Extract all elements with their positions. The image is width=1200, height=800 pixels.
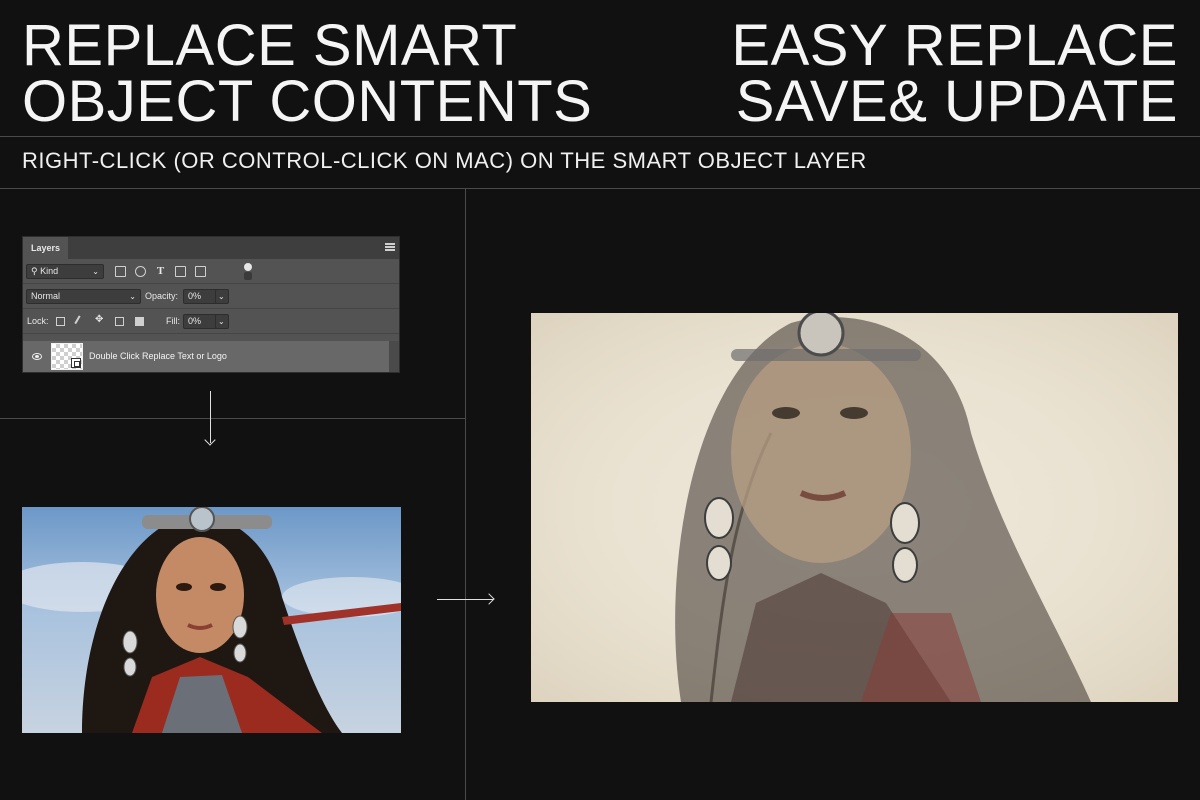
opacity-value: 0% — [188, 291, 202, 301]
fill-dropdown[interactable]: ⌄ — [215, 314, 229, 329]
divider-top — [0, 136, 1200, 137]
filter-kind-value: Kind — [40, 266, 59, 276]
layers-tab[interactable]: Layers — [23, 237, 69, 259]
layer-thumbnail[interactable] — [51, 343, 83, 370]
chevron-down-icon: ⌄ — [92, 267, 99, 276]
arrow-down-icon — [210, 391, 211, 443]
image-filter-icon[interactable] — [115, 266, 126, 277]
lock-all-icon[interactable] — [135, 317, 144, 326]
opacity-dropdown[interactable]: ⌄ — [215, 289, 229, 304]
smart-object-filter-icon[interactable] — [195, 266, 206, 277]
source-photo — [22, 507, 401, 733]
search-icon: ⚲ — [31, 266, 38, 276]
lock-position-icon[interactable]: ✥ — [95, 314, 104, 325]
panel-menu-icon[interactable] — [385, 243, 395, 251]
lock-label: Lock: — [27, 316, 49, 326]
blend-row: Normal ⌄ Opacity: 0% ⌄ — [23, 284, 399, 309]
lock-row: Lock: ✥ Fill: 0% ⌄ — [23, 309, 399, 334]
smart-object-layer-row[interactable]: Double Click Replace Text or Logo — [23, 341, 389, 372]
instruction-text: RIGHT-CLICK (OR CONTROL-CLICK ON MAC) ON… — [22, 148, 867, 173]
eye-icon[interactable] — [32, 353, 42, 360]
chevron-down-icon: ⌄ — [129, 292, 136, 301]
lock-transparent-icon[interactable] — [56, 317, 65, 326]
shape-filter-icon[interactable] — [175, 266, 186, 277]
smart-object-badge-icon — [71, 358, 81, 368]
filter-toggle-track — [244, 272, 252, 280]
blend-mode-select[interactable]: Normal ⌄ — [26, 289, 141, 304]
headline-right-line2: SAVE& UPDATE — [735, 69, 1178, 134]
divider-vertical — [465, 188, 466, 800]
arrow-right-icon — [437, 599, 493, 600]
headline-right: EASY REPLACE SAVE& UPDATE — [731, 13, 1178, 134]
opacity-label: Opacity: — [145, 291, 179, 301]
headline-left-line1: REPLACE SMART — [22, 13, 518, 78]
headline-left: REPLACE SMART OBJECT CONTENTS — [22, 13, 593, 134]
result-sketch-photo — [531, 313, 1178, 702]
blend-mode-value: Normal — [31, 291, 61, 301]
headline-right-line1: EASY REPLACE — [731, 13, 1178, 78]
headline-left-line2: OBJECT CONTENTS — [22, 69, 593, 134]
type-filter-icon[interactable]: T — [155, 266, 166, 277]
filter-toggle-icon[interactable] — [244, 263, 252, 271]
lock-brush-icon[interactable] — [74, 315, 87, 328]
chevron-down-icon: ⌄ — [218, 317, 225, 326]
chevron-down-icon: ⌄ — [218, 292, 225, 301]
layer-name[interactable]: Double Click Replace Text or Logo — [89, 351, 227, 361]
result-sketch-illustration — [675, 313, 1091, 702]
source-photo-illustration — [22, 507, 401, 733]
filter-kind-select[interactable]: ⚲ Kind ⌄ — [26, 264, 104, 279]
lock-artboard-icon[interactable] — [115, 317, 124, 326]
filter-row: ⚲ Kind ⌄ T — [23, 259, 399, 284]
fill-value: 0% — [188, 316, 202, 326]
layers-panel-header: Layers — [23, 237, 399, 259]
layers-panel: Layers ⚲ Kind ⌄ T Normal ⌄ Opacity: 0% ⌄… — [22, 236, 400, 373]
divider-instruction — [0, 188, 1200, 189]
adjustment-filter-icon[interactable] — [135, 266, 146, 277]
fill-label: Fill: — [166, 316, 180, 326]
divider-left-middle — [0, 418, 466, 419]
layers-scrollbar[interactable] — [389, 341, 399, 372]
